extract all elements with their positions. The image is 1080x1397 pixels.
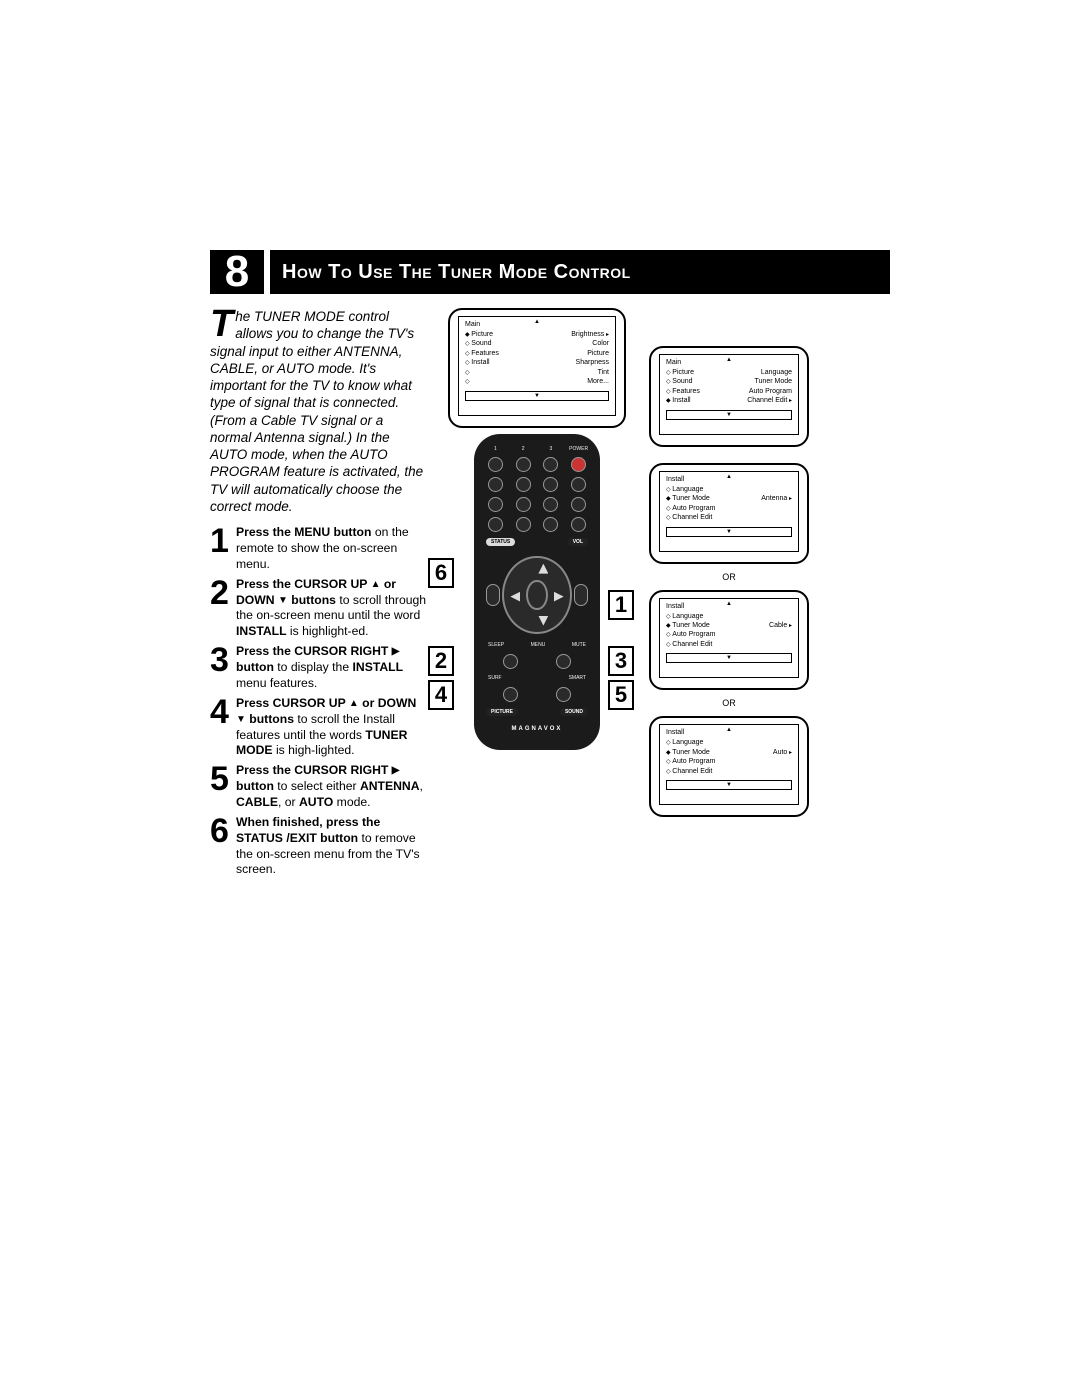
cursor-up-icon[interactable] — [538, 564, 548, 574]
step-3: 3 Press the CURSOR RIGHT ▶ button to dis… — [210, 644, 428, 692]
osd-install-auto: ▲ Install Language Tuner ModeAuto Auto P… — [649, 716, 809, 817]
callout-6: 6 — [428, 558, 454, 588]
btn-4[interactable] — [488, 477, 503, 492]
cursor-down-icon[interactable] — [538, 616, 548, 626]
btn-3[interactable] — [543, 457, 558, 472]
btn-5[interactable] — [516, 477, 531, 492]
btn-6[interactable] — [543, 477, 558, 492]
cursor-left-icon[interactable] — [510, 592, 520, 602]
osd-stack: ▲ Main PictureLanguage SoundTuner Mode F… — [642, 346, 816, 821]
btn-ch-up[interactable] — [571, 477, 586, 492]
btn-sound[interactable]: SOUND — [560, 708, 588, 716]
callout-2: 2 — [428, 646, 454, 676]
btn-blank[interactable] — [571, 517, 586, 532]
section-title: How To Use The Tuner Mode Control — [270, 250, 890, 294]
step-6: 6 When finished, press the STATUS /EXIT … — [210, 815, 428, 878]
step-5: 5 Press the CURSOR RIGHT ▶ button to sel… — [210, 763, 428, 811]
btn-ach[interactable] — [488, 517, 503, 532]
step-1: 1 Press the MENU button on the remote to… — [210, 525, 428, 573]
right-column: ▲ Main PictureBrightness SoundColor Feat… — [442, 308, 890, 882]
step-4: 4 Press CURSOR UP ▲ or DOWN ▼ buttons to… — [210, 696, 428, 759]
step-2: 2 Press the CURSOR UP ▲ or DOWN ▼ button… — [210, 577, 428, 640]
or-label-1: OR — [642, 572, 816, 582]
step-list: 1 Press the MENU button on the remote to… — [210, 525, 428, 878]
btn-surf[interactable] — [503, 687, 518, 702]
section-number: 8 — [210, 250, 264, 294]
osd-main-picture: ▲ Main PictureBrightness SoundColor Feat… — [448, 308, 626, 428]
btn-sleep[interactable] — [503, 654, 518, 669]
btn-mute[interactable] — [556, 654, 571, 669]
btn-2[interactable] — [516, 457, 531, 472]
btn-0[interactable] — [516, 517, 531, 532]
osd-main-install: ▲ Main PictureLanguage SoundTuner Mode F… — [649, 346, 809, 447]
osd-install-antenna: ▲ Install Language Tuner ModeAntenna Aut… — [649, 463, 809, 564]
remote-control: 123POWER — [474, 434, 600, 750]
btn-1[interactable] — [488, 457, 503, 472]
btn-vol-down[interactable] — [486, 584, 500, 606]
btn-9[interactable] — [543, 497, 558, 512]
intro-paragraph: The TUNER MODE control allows you to cha… — [210, 308, 428, 515]
left-column: The TUNER MODE control allows you to cha… — [210, 308, 428, 882]
btn-status-exit[interactable]: STATUS — [486, 538, 515, 546]
osd-install-cable: ▲ Install Language Tuner ModeCable Auto … — [649, 590, 809, 691]
btn-ch-dn[interactable] — [571, 497, 586, 512]
callout-3: 3 — [608, 646, 634, 676]
manual-page: 8 How To Use The Tuner Mode Control The … — [0, 0, 1080, 1082]
btn-tv[interactable] — [543, 517, 558, 532]
btn-7[interactable] — [488, 497, 503, 512]
dpad[interactable] — [502, 556, 571, 634]
callout-5: 5 — [608, 680, 634, 710]
btn-picture[interactable]: PICTURE — [486, 708, 518, 716]
btn-vol[interactable]: VOL — [568, 538, 588, 546]
callout-1: 1 — [608, 590, 634, 620]
btn-vol-up[interactable] — [574, 584, 588, 606]
btn-8[interactable] — [516, 497, 531, 512]
section-header: 8 How To Use The Tuner Mode Control — [210, 250, 890, 294]
cursor-right-icon[interactable] — [554, 592, 564, 602]
or-label-2: OR — [642, 698, 816, 708]
remote-brand: MAGNAVOX — [484, 726, 590, 732]
intro-text: he TUNER MODE control allows you to chan… — [210, 309, 423, 514]
btn-power[interactable] — [571, 457, 586, 472]
btn-smart[interactable] — [556, 687, 571, 702]
callout-4: 4 — [428, 680, 454, 710]
